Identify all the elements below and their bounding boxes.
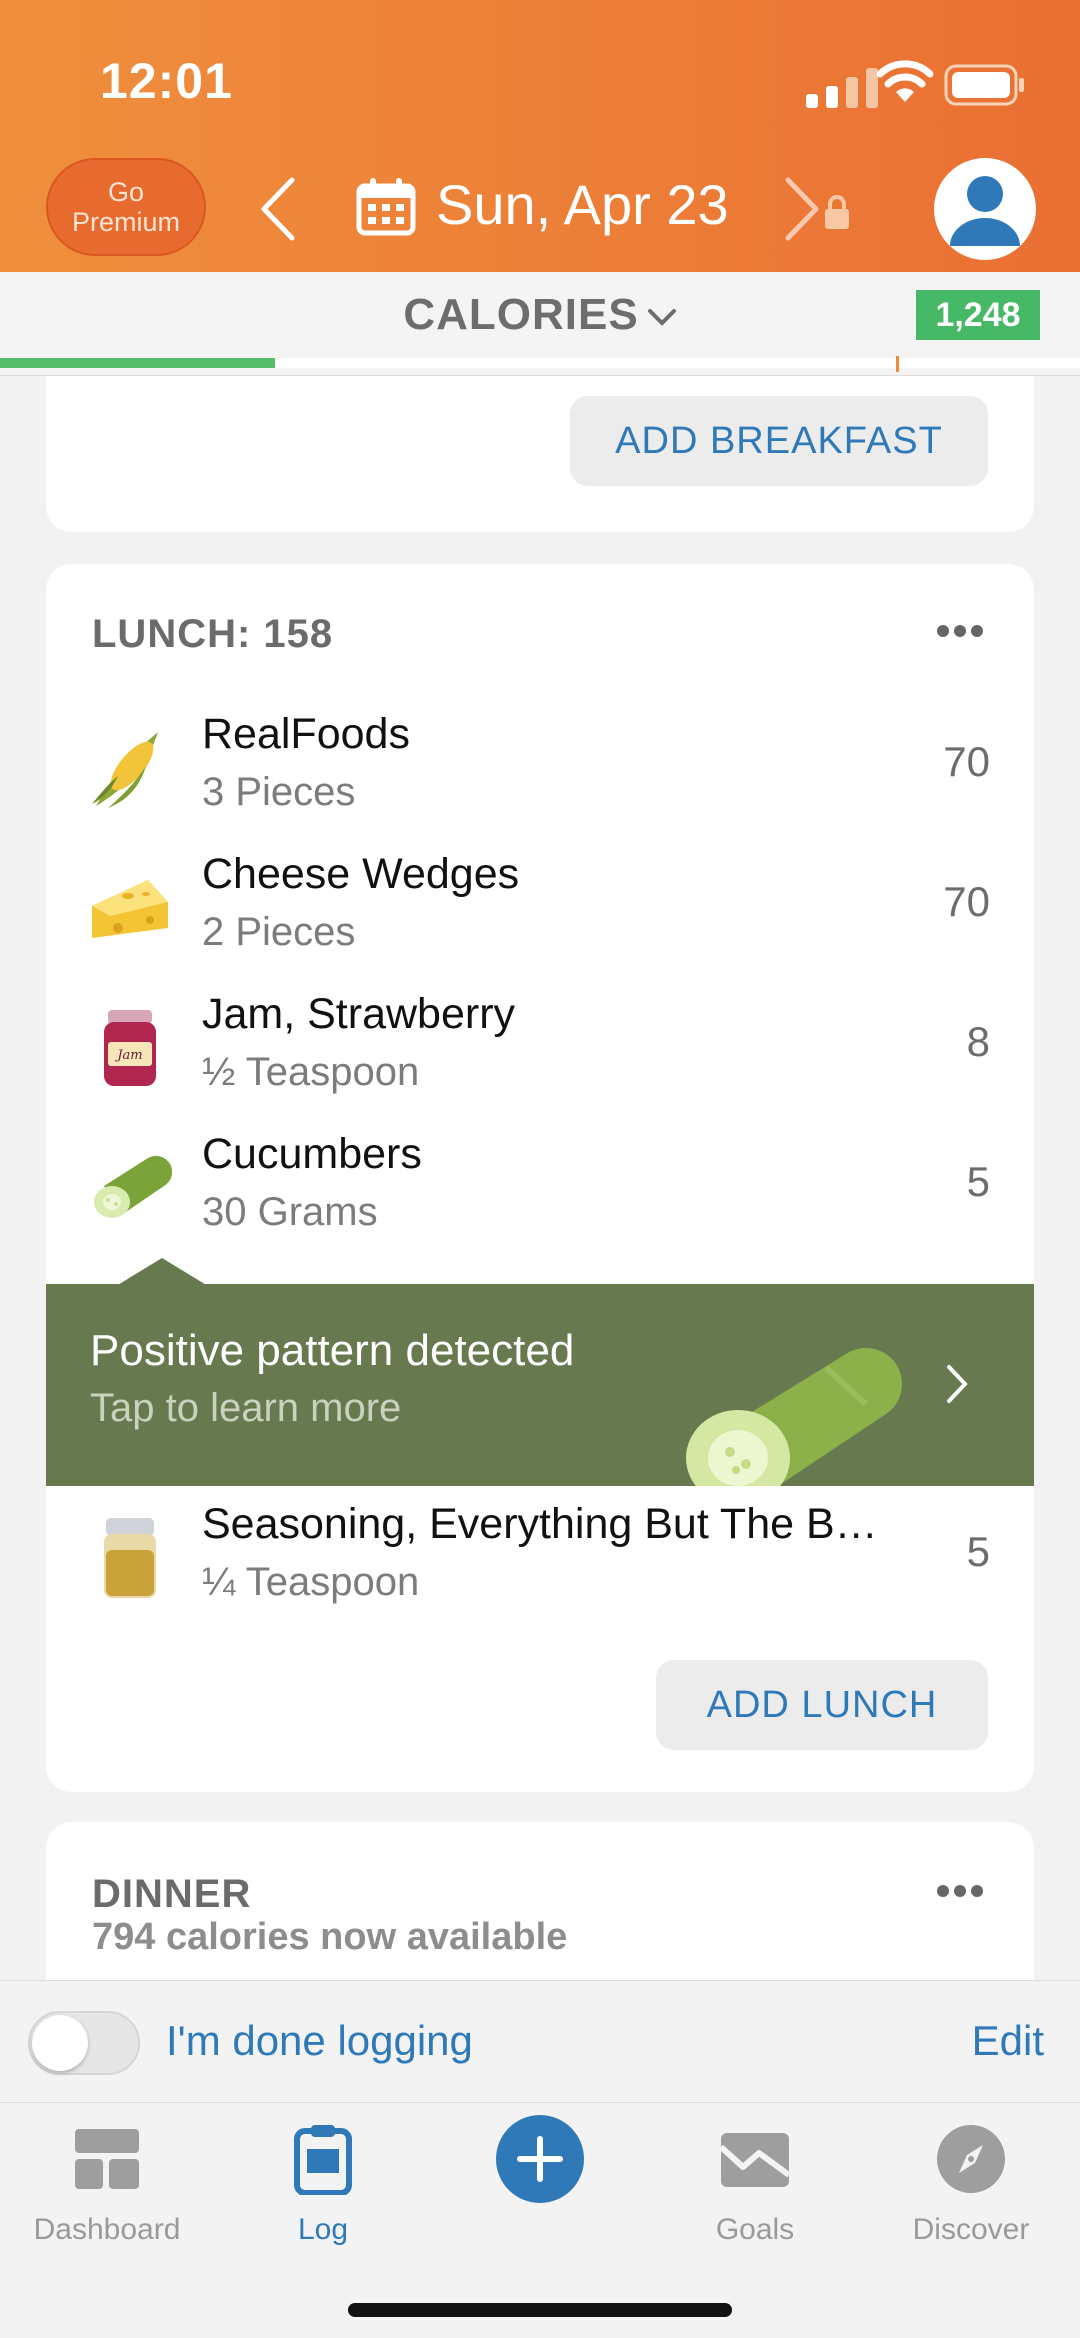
insight-subtitle: Tap to learn more [90, 1386, 402, 1430]
food-calories: 5 [966, 1528, 990, 1575]
add-lunch-button[interactable]: ADD LUNCH [656, 1660, 988, 1750]
food-item-cheese-wedges[interactable]: Cheese Wedges 2 Pieces 70 [46, 838, 1034, 978]
food-name: Jam, Strawberry [202, 990, 516, 1038]
battery-icon [944, 64, 1024, 106]
food-item-realfoods[interactable]: RealFoods 3 Pieces 70 [46, 698, 1034, 838]
insight-title: Positive pattern detected [90, 1326, 575, 1375]
tab-label: Goals [715, 2213, 795, 2246]
cellular-signal-icon [806, 68, 878, 108]
corn-icon [92, 732, 158, 808]
done-logging-toggle[interactable] [28, 2011, 140, 2075]
food-quantity: ¼ Teaspoon [202, 1560, 420, 1604]
food-name: Cheese Wedges [202, 850, 520, 898]
positive-pattern-banner[interactable]: Positive pattern detected Tap to learn m… [46, 1284, 1034, 1486]
svg-text:Jam: Jam [114, 1048, 142, 1063]
app-header: 12:01 Go Premium Sun, Apr 23 [0, 0, 1080, 272]
food-calories: 70 [943, 738, 990, 785]
food-name: RealFoods [202, 710, 410, 758]
wifi-icon [876, 60, 934, 102]
food-item-cucumbers[interactable]: Cucumbers 30 Grams 5 [46, 1118, 1034, 1258]
profile-avatar[interactable] [934, 158, 1036, 260]
tab-label: Discover [912, 2213, 1030, 2246]
calendar-icon[interactable] [356, 178, 416, 236]
food-quantity: 30 Grams [202, 1190, 378, 1234]
status-time: 12:01 [100, 53, 233, 109]
chevron-down-icon [647, 309, 676, 327]
food-name: Seasoning, Everything But The B… [202, 1500, 878, 1548]
insight-pointer [116, 1258, 208, 1286]
toggle-knob [32, 2015, 88, 2071]
current-date[interactable]: Sun, Apr 23 [436, 172, 729, 237]
tab-discover[interactable]: Discover [881, 2123, 1061, 2273]
go-premium-button[interactable]: Go Premium [46, 158, 206, 256]
calories-title: CALORIES [403, 290, 639, 339]
lunch-card: LUNCH: 158 RealFoods 3 Pieces 70 Cheese … [46, 564, 1034, 1792]
previous-day-arrow-icon[interactable] [256, 176, 302, 242]
tab-dashboard[interactable]: Dashboard [17, 2123, 197, 2273]
user-silhouette-icon [950, 176, 1020, 246]
more-options-icon[interactable] [936, 624, 984, 638]
calorie-progress-fill [0, 358, 276, 368]
chevron-right-icon [947, 1365, 968, 1403]
tab-label: Log [297, 2213, 349, 2246]
food-calories: 5 [966, 1158, 990, 1205]
calories-summary-bar[interactable]: CALORIES 1,248 [0, 272, 1080, 376]
bottom-tab-bar: Dashboard Log Goals Discover [0, 2102, 1080, 2338]
food-name: Cucumbers [202, 1130, 422, 1178]
meal-log-scroll[interactable]: ADD BREAKFAST LUNCH: 158 RealFoods 3 Pie… [0, 376, 1080, 1980]
add-entry-button[interactable] [496, 2115, 584, 2203]
cheese-icon [92, 880, 168, 938]
more-options-icon[interactable] [936, 1884, 984, 1898]
dinner-calories-available: 794 calories now available [92, 1916, 568, 1958]
done-logging-label[interactable]: I'm done logging [166, 2017, 473, 2065]
dinner-card: DINNER 794 calories now available [46, 1822, 1034, 1980]
next-day-arrow-icon[interactable] [782, 176, 822, 242]
dinner-header: DINNER [92, 1872, 252, 1916]
breakfast-card: ADD BREAKFAST [46, 376, 1034, 532]
clipboard-icon [294, 2125, 352, 2195]
cucumber-icon [94, 1155, 172, 1218]
lunch-header: LUNCH: 158 [92, 612, 334, 656]
goals-chart-icon [719, 2133, 791, 2187]
food-item-jam-strawberry[interactable]: Jam Jam, Strawberry ½ Teaspoon 8 [46, 978, 1034, 1118]
food-quantity: 3 Pieces [202, 770, 356, 814]
calories-remaining-badge: 1,248 [916, 290, 1040, 340]
lock-icon [825, 195, 849, 229]
compass-icon [937, 2125, 1005, 2193]
tab-log[interactable]: Log [233, 2123, 413, 2273]
add-breakfast-button[interactable]: ADD BREAKFAST [570, 396, 988, 486]
calorie-goal-marker [896, 356, 899, 372]
calorie-progress-bar [0, 358, 1080, 368]
edit-button[interactable]: Edit [972, 2017, 1044, 2065]
spice-jar-icon [104, 1518, 156, 1598]
done-logging-bar: I'm done logging Edit [0, 1980, 1080, 2102]
food-calories: 8 [966, 1018, 990, 1065]
tab-label: Dashboard [33, 2213, 181, 2246]
food-item-seasoning[interactable]: Seasoning, Everything But The B… ¼ Teasp… [46, 1488, 1034, 1628]
food-quantity: ½ Teaspoon [202, 1050, 420, 1094]
dashboard-icon [75, 2129, 139, 2189]
food-quantity: 2 Pieces [202, 910, 356, 954]
plus-icon [517, 2136, 563, 2182]
go-premium-label: Go Premium [71, 177, 180, 237]
tab-goals[interactable]: Goals [665, 2123, 845, 2273]
home-indicator [348, 2303, 732, 2317]
cucumber-illustration-icon [686, 1347, 903, 1486]
food-calories: 70 [943, 878, 990, 925]
jam-jar-icon: Jam [104, 1010, 156, 1086]
